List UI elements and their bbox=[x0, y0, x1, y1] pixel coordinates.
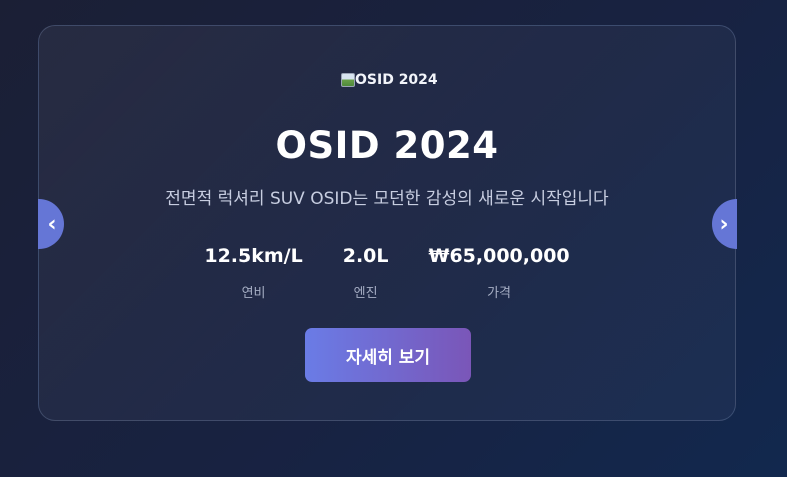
broken-image-icon bbox=[341, 73, 355, 87]
chevron-left-icon: ‹ bbox=[47, 211, 57, 237]
car-title: OSID 2024 bbox=[275, 124, 499, 167]
view-details-button[interactable]: 자세히 보기 bbox=[305, 328, 471, 382]
spec-price: ₩65,000,000 가격 bbox=[428, 242, 569, 301]
spec-fuel-efficiency: 12.5km/L 연비 bbox=[204, 242, 302, 301]
spec-label: 가격 bbox=[487, 286, 512, 301]
spec-value: 2.0L bbox=[342, 245, 389, 267]
prev-slide-button[interactable]: ‹ bbox=[38, 199, 64, 249]
next-slide-button[interactable]: › bbox=[712, 199, 737, 249]
spec-value: ₩65,000,000 bbox=[428, 245, 570, 267]
car-subtitle: 전면적 럭셔리 SUV OSID는 모던한 감성의 새로운 시작입니다 bbox=[165, 189, 609, 209]
spec-label: 연비 bbox=[241, 286, 266, 301]
spec-value: 12.5km/L bbox=[204, 245, 303, 267]
car-image: OSID 2024 bbox=[341, 67, 438, 93]
chevron-right-icon: › bbox=[719, 211, 729, 237]
car-specs: 12.5km/L 연비 2.0L 엔진 ₩65,000,000 가격 bbox=[39, 242, 735, 301]
car-slide-card: OSID 2024 OSID 2024 전면적 럭셔리 SUV OSID는 모던… bbox=[38, 25, 736, 421]
spec-engine: 2.0L 엔진 bbox=[343, 242, 389, 301]
car-image-alt-text: OSID 2024 bbox=[355, 72, 438, 88]
spec-label: 엔진 bbox=[353, 286, 378, 301]
